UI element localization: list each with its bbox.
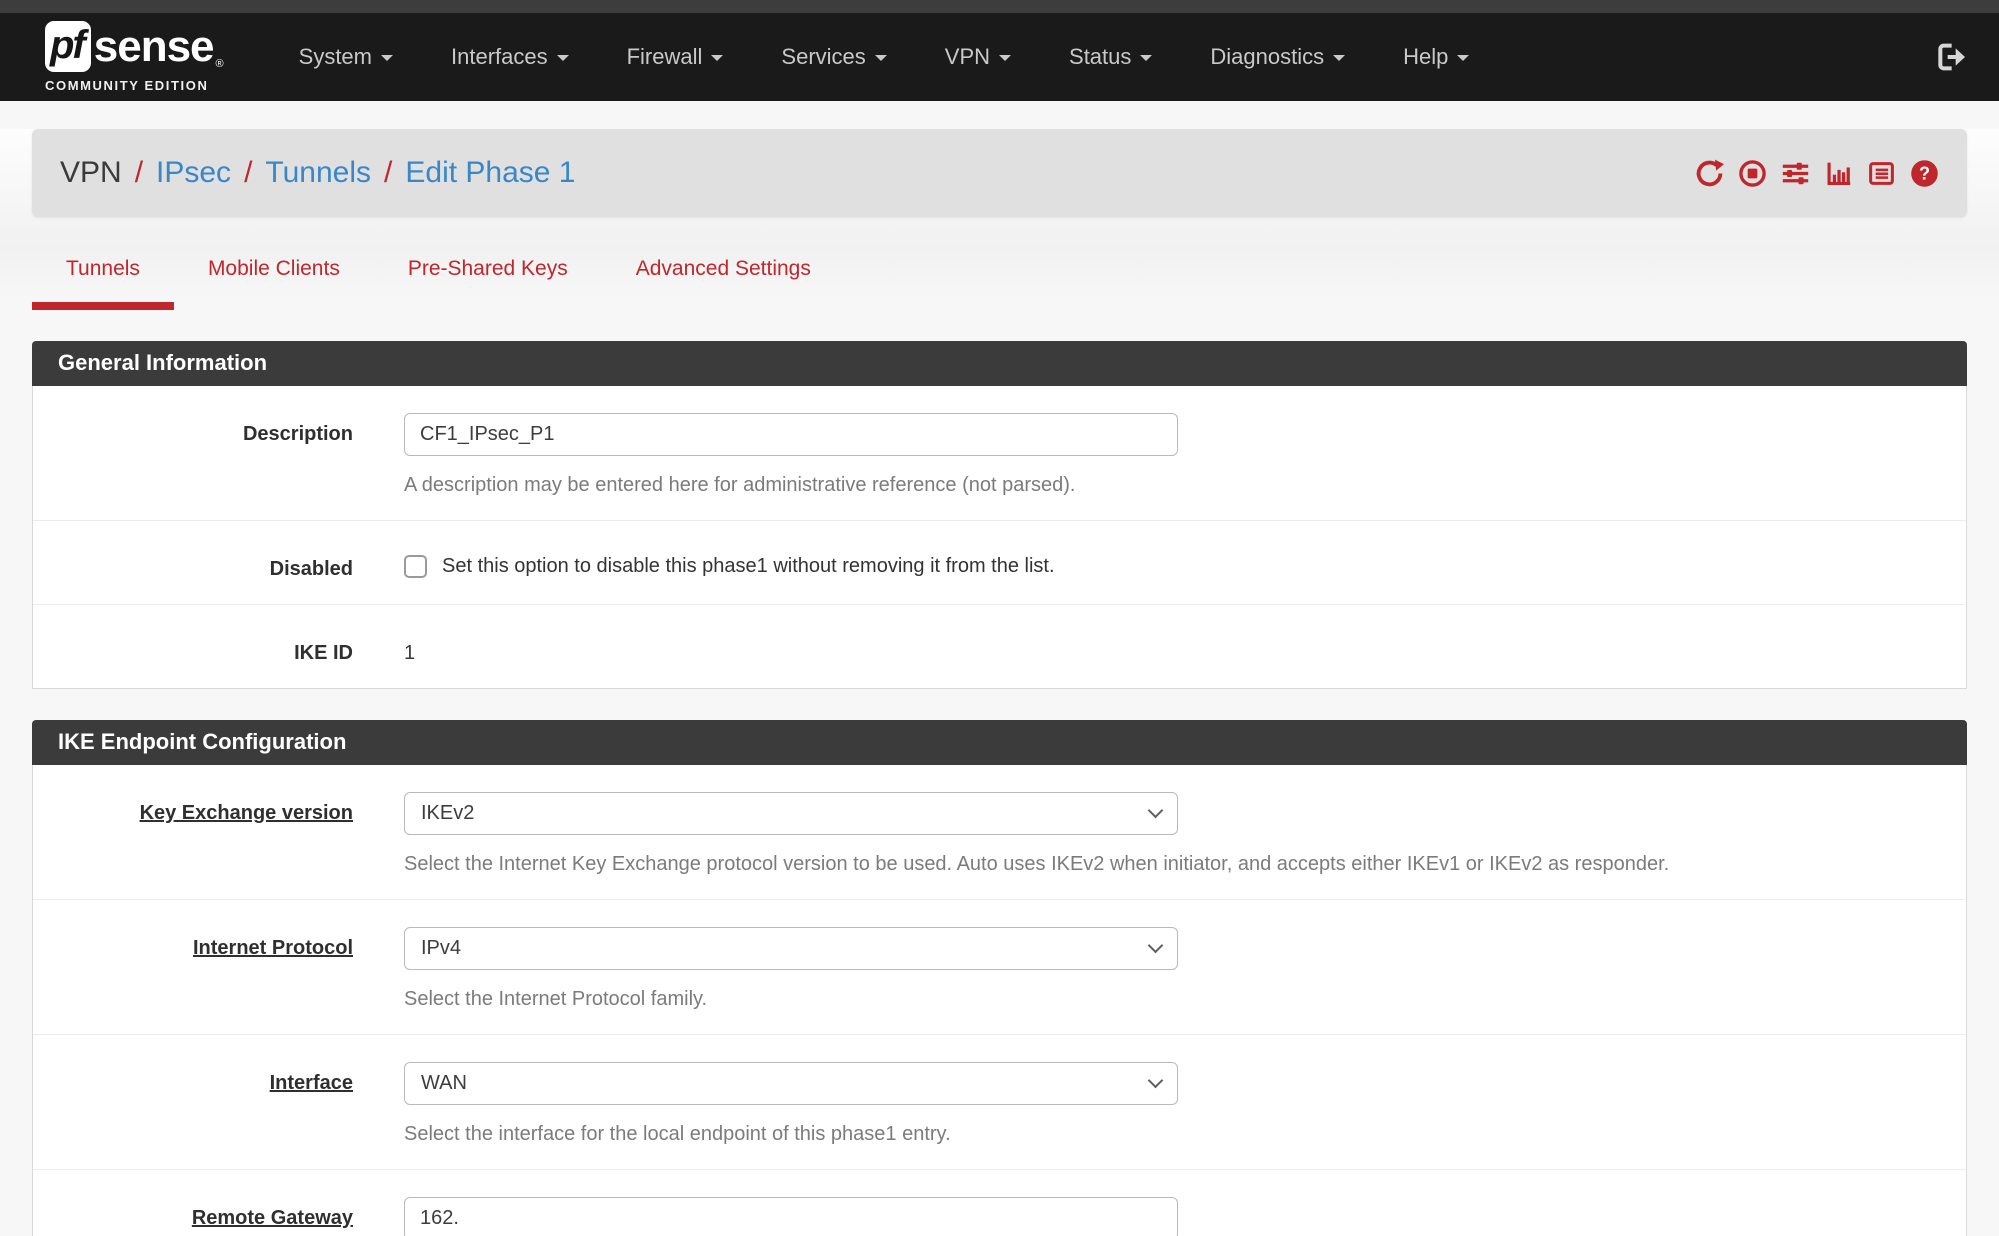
breadcrumb-separator: / [135, 156, 143, 190]
tab-mobile-clients[interactable]: Mobile Clients [174, 257, 374, 310]
description-help: A description may be entered here for ad… [404, 474, 1936, 497]
nav-item-firewall[interactable]: Firewall [598, 44, 753, 70]
top-strip [0, 0, 1999, 13]
header-action-icons: ? [1695, 159, 1939, 188]
nav-item-services[interactable]: Services [752, 44, 915, 70]
logo-registered-mark: ® [216, 58, 224, 70]
ike-id-value: 1 [404, 632, 1936, 665]
remote-gateway-label[interactable]: Remote Gateway [33, 1197, 353, 1236]
restart-service-icon[interactable] [1695, 159, 1724, 188]
description-input[interactable] [404, 413, 1178, 456]
interface-select[interactable]: WAN [404, 1062, 1178, 1105]
log-list-icon[interactable] [1867, 159, 1896, 188]
caret-down-icon [875, 55, 887, 61]
tab-pre-shared-keys[interactable]: Pre-Shared Keys [374, 257, 602, 310]
interface-label[interactable]: Interface [33, 1062, 353, 1146]
logo-pf-mark: pf [45, 21, 91, 72]
nav-item-system[interactable]: System [270, 44, 422, 70]
disabled-checkbox[interactable] [404, 555, 427, 578]
main-navbar: pf sense ® COMMUNITY EDITION System Inte… [0, 13, 1999, 101]
internet-protocol-help: Select the Internet Protocol family. [404, 988, 1936, 1011]
nav-item-diagnostics[interactable]: Diagnostics [1181, 44, 1374, 70]
key-exchange-version-select[interactable]: IKEv2 [404, 792, 1178, 835]
interface-help: Select the interface for the local endpo… [404, 1123, 1936, 1146]
nav-item-status[interactable]: Status [1040, 44, 1181, 70]
nav-item-vpn[interactable]: VPN [916, 44, 1040, 70]
breadcrumb-bar: VPN / IPsec / Tunnels / Edit Phase 1 [32, 129, 1967, 217]
chevron-down-icon [1148, 1073, 1164, 1089]
breadcrumb-link-edit-phase-1[interactable]: Edit Phase 1 [405, 156, 575, 190]
form-row-interface: Interface WAN Select the interface for t… [33, 1034, 1966, 1169]
caret-down-icon [1333, 55, 1345, 61]
chevron-down-icon [1148, 938, 1164, 954]
tab-advanced-settings[interactable]: Advanced Settings [602, 257, 845, 310]
page-content: VPN / IPsec / Tunnels / Edit Phase 1 [0, 129, 1999, 1236]
caret-down-icon [711, 55, 723, 61]
sliders-icon[interactable] [1781, 159, 1810, 188]
nav-menu: System Interfaces Firewall Services VPN … [270, 44, 1499, 70]
breadcrumb-separator: / [384, 156, 392, 190]
caret-down-icon [381, 55, 393, 61]
pfsense-logo[interactable]: pf sense ® COMMUNITY EDITION [45, 21, 224, 93]
breadcrumb-section: VPN [60, 156, 122, 190]
description-label: Description [33, 413, 353, 497]
caret-down-icon [1140, 55, 1152, 61]
tab-bar: Tunnels Mobile Clients Pre-Shared Keys A… [32, 217, 1967, 310]
panel-ike-endpoint-configuration: IKE Endpoint Configuration Key Exchange … [32, 720, 1967, 1236]
form-row-internet-protocol: Internet Protocol IPv4 Select the Intern… [33, 899, 1966, 1034]
ike-id-label: IKE ID [33, 632, 353, 665]
sign-out-icon[interactable] [1935, 41, 1967, 73]
bar-chart-icon[interactable] [1824, 159, 1853, 188]
disabled-label: Disabled [33, 548, 353, 581]
caret-down-icon [557, 55, 569, 61]
caret-down-icon [1457, 55, 1469, 61]
logo-edition-text: COMMUNITY EDITION [45, 78, 224, 93]
internet-protocol-select[interactable]: IPv4 [404, 927, 1178, 970]
panel-title: IKE Endpoint Configuration [32, 720, 1967, 765]
stop-service-icon[interactable] [1738, 159, 1767, 188]
breadcrumb: VPN / IPsec / Tunnels / Edit Phase 1 [60, 156, 576, 190]
breadcrumb-link-ipsec[interactable]: IPsec [156, 156, 231, 190]
remote-gateway-input[interactable] [404, 1197, 1178, 1236]
nav-item-interfaces[interactable]: Interfaces [422, 44, 598, 70]
nav-item-help[interactable]: Help [1374, 44, 1498, 70]
breadcrumb-link-tunnels[interactable]: Tunnels [265, 156, 371, 190]
caret-down-icon [999, 55, 1011, 61]
form-row-remote-gateway: Remote Gateway Enter the public IP addre… [33, 1169, 1966, 1236]
internet-protocol-label[interactable]: Internet Protocol [33, 927, 353, 1011]
form-row-key-exchange-version: Key Exchange version IKEv2 Select the In… [33, 765, 1966, 899]
disabled-checkbox-label: Set this option to disable this phase1 w… [442, 555, 1055, 578]
key-exchange-version-label[interactable]: Key Exchange version [33, 792, 353, 876]
svg-text:?: ? [1919, 163, 1930, 183]
tab-tunnels[interactable]: Tunnels [32, 257, 174, 310]
form-row-disabled: Disabled Set this option to disable this… [33, 520, 1966, 604]
form-row-ike-id: IKE ID 1 [33, 604, 1966, 688]
help-icon[interactable]: ? [1910, 159, 1939, 188]
breadcrumb-separator: / [244, 156, 252, 190]
key-exchange-version-help: Select the Internet Key Exchange protoco… [404, 853, 1936, 876]
logo-sense-text: sense [94, 25, 214, 69]
chevron-down-icon [1148, 803, 1164, 819]
form-row-description: Description A description may be entered… [33, 386, 1966, 520]
panel-title: General Information [32, 341, 1967, 386]
panel-general-information: General Information Description A descri… [32, 341, 1967, 689]
